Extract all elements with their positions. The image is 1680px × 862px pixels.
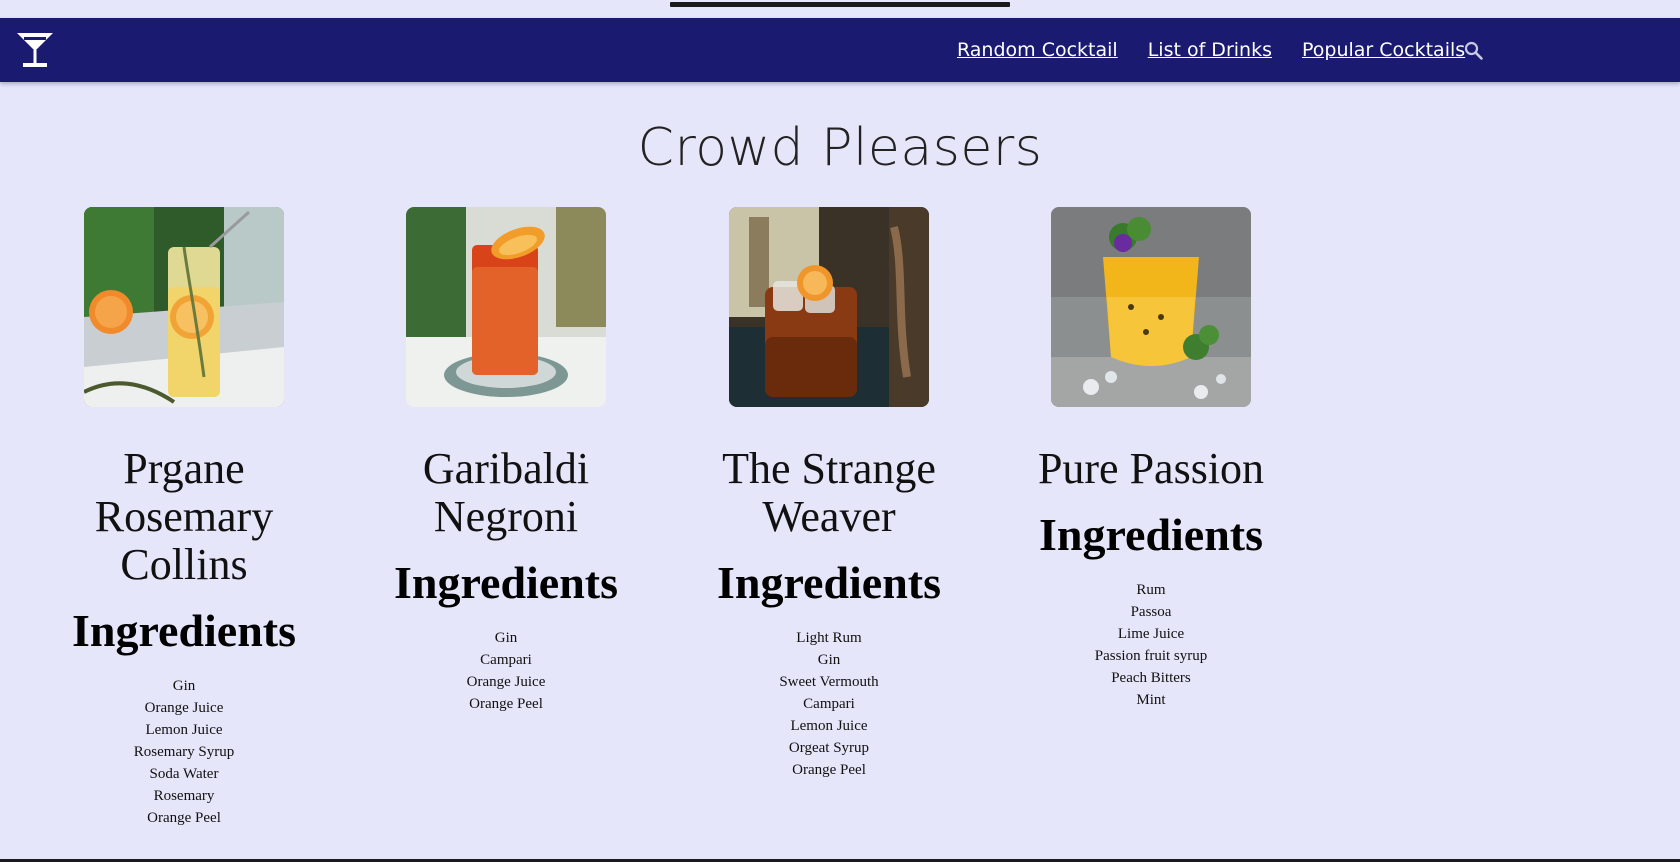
ingredient-item: Mint (1136, 692, 1166, 708)
ingredient-item: Lemon Juice (145, 722, 223, 738)
ingredient-item: Orange Juice (466, 674, 546, 690)
ingredient-item: Passoa (1130, 604, 1172, 620)
drink-name: The Strange Weaver (722, 444, 936, 541)
ingredient-list: Gin Campari Orange Juice Orange Peel (366, 627, 646, 715)
drink-card: Pure Passion Ingredients Rum Passoa Lime… (1011, 207, 1291, 711)
ingredient-list: Rum Passoa Lime Juice Passion fruit syru… (1011, 579, 1291, 711)
ingredient-item: Lime Juice (1117, 626, 1185, 642)
ingredient-item: Gin (494, 630, 518, 646)
ingredients-heading: Ingredients (393, 557, 619, 608)
ingredient-item: Orange Peel (469, 696, 543, 712)
drink-name: Pure Passion (1037, 444, 1265, 493)
ingredient-item: Orgeat Syrup (788, 740, 870, 756)
ingredient-item: Light Rum (796, 630, 862, 646)
ingredient-item: Campari (803, 696, 855, 712)
nav-links: Random Cocktail List of Drinks Popular C… (957, 18, 1465, 82)
drink-card: The Strange Weaver Ingredients Light Rum… (689, 207, 969, 781)
ingredient-item: Orange Peel (792, 762, 866, 778)
cocktail-glass-icon[interactable] (14, 28, 56, 70)
ingredients-heading: Ingredients (1038, 509, 1264, 560)
ingredient-item: Rosemary (153, 788, 215, 804)
ingredient-item: Lemon Juice (790, 718, 868, 734)
ingredient-item: Gin (817, 652, 841, 668)
drink-image[interactable] (729, 207, 929, 407)
ingredient-item: Orange Peel (147, 810, 221, 826)
ingredient-list: Gin Orange Juice Lemon Juice Rosemary Sy… (44, 675, 324, 829)
drink-image[interactable] (406, 207, 606, 407)
top-indicator-bar (670, 2, 1010, 7)
drink-image[interactable] (1051, 207, 1251, 407)
drink-card: Prgane Rosemary Collins Ingredients Gin … (44, 207, 324, 829)
drink-image[interactable] (84, 207, 284, 407)
ingredient-item: Sweet Vermouth (779, 674, 879, 690)
search-icon[interactable] (1463, 40, 1485, 62)
ingredient-item: Orange Juice (144, 700, 224, 716)
ingredient-item: Campari (480, 652, 532, 668)
page-title: Crowd Pleasers (637, 118, 1043, 178)
ingredient-item: Passion fruit syrup (1094, 648, 1208, 664)
ingredient-item: Gin (172, 678, 196, 694)
nav-link-random-cocktail[interactable]: Random Cocktail (957, 39, 1118, 61)
drink-name: Garibaldi Negroni (422, 444, 590, 541)
top-strip (0, 0, 1680, 18)
ingredient-item: Soda Water (149, 766, 219, 782)
ingredient-item: Rosemary Syrup (133, 744, 235, 760)
nav-link-list-of-drinks[interactable]: List of Drinks (1148, 39, 1272, 61)
ingredient-item: Rum (1136, 582, 1166, 598)
drink-name: Prgane Rosemary Collins (94, 444, 274, 589)
nav-link-popular-cocktails[interactable]: Popular Cocktails (1302, 39, 1465, 61)
ingredient-list: Light Rum Gin Sweet Vermouth Campari Lem… (689, 627, 969, 781)
ingredients-heading: Ingredients (716, 557, 942, 608)
ingredient-item: Peach Bitters (1111, 670, 1191, 686)
ingredients-heading: Ingredients (71, 605, 297, 656)
navbar: Random Cocktail List of Drinks Popular C… (0, 18, 1680, 82)
drink-card: Garibaldi Negroni Ingredients Gin Campar… (366, 207, 646, 715)
